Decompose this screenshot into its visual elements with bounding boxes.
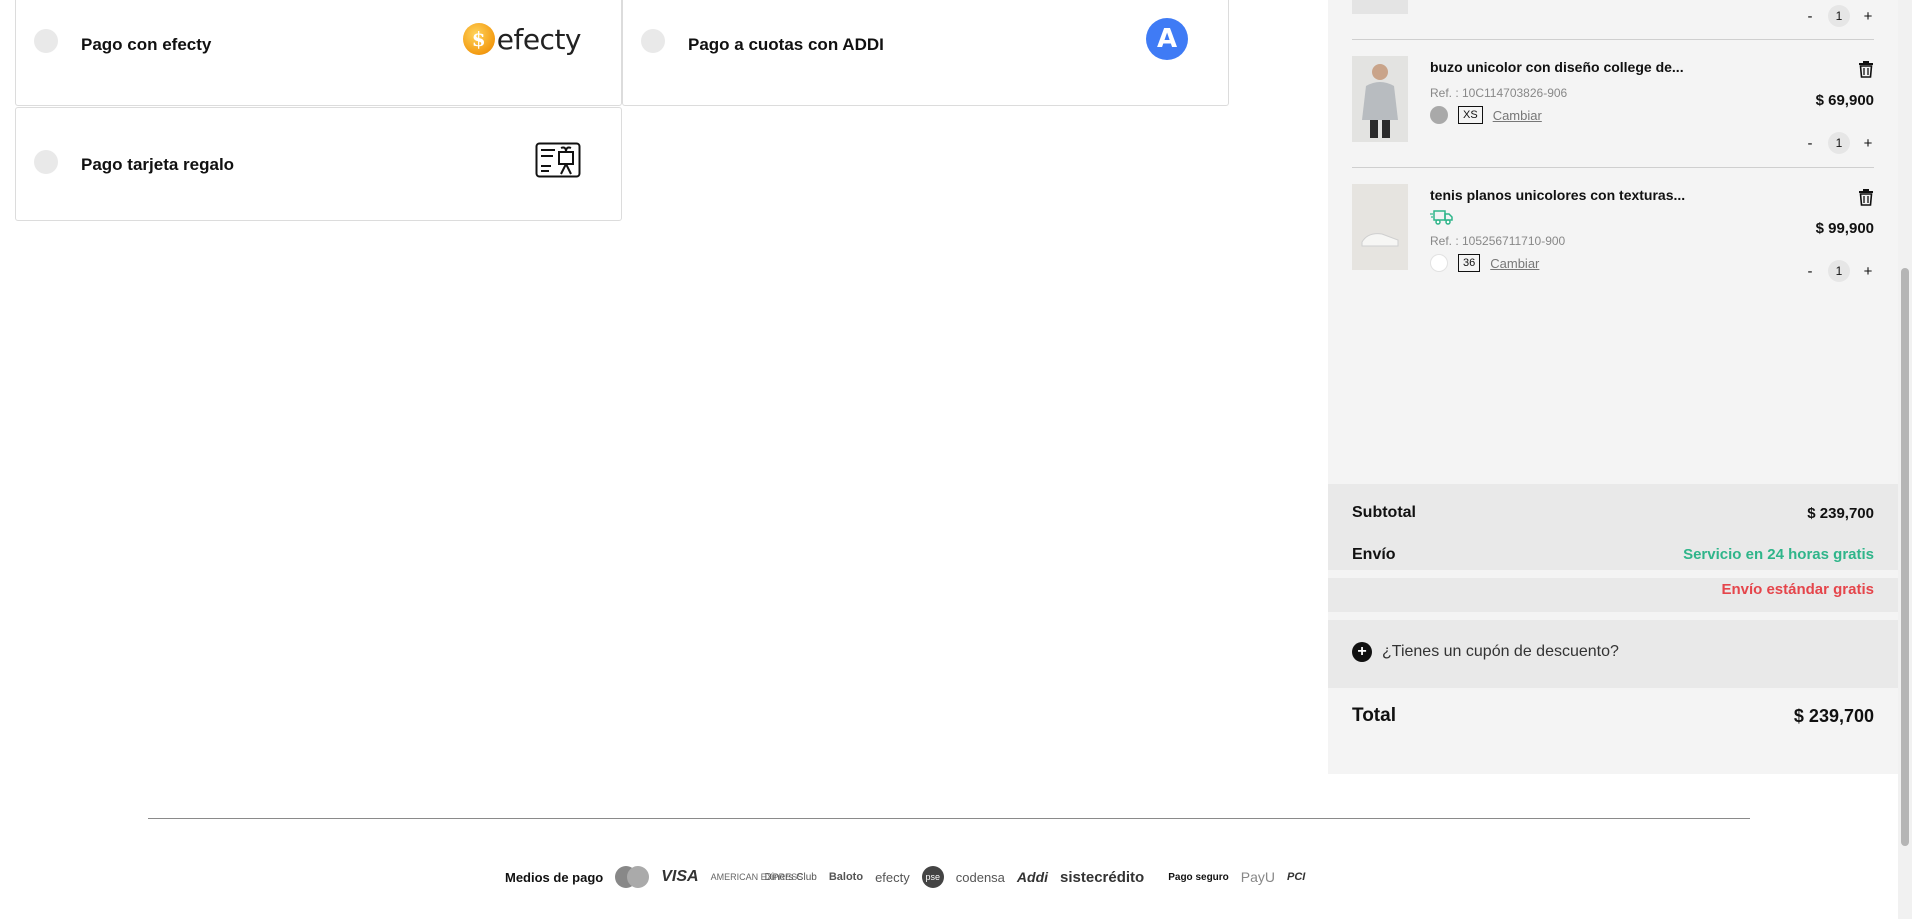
quantity-stepper: - 1 +: [1804, 132, 1874, 154]
addi-radio[interactable]: [641, 29, 665, 53]
change-variant-link[interactable]: Cambiar: [1493, 108, 1542, 123]
increase-quantity-button[interactable]: +: [1862, 263, 1874, 280]
product-variant: XS Cambiar: [1430, 106, 1542, 124]
scrollbar[interactable]: [1898, 0, 1912, 919]
efecty-radio[interactable]: [34, 29, 58, 53]
decrease-quantity-button[interactable]: -: [1804, 135, 1816, 152]
product-thumbnail[interactable]: [1352, 56, 1408, 142]
gift-card-label: Pago tarjeta regalo: [81, 155, 235, 174]
payment-option-addi[interactable]: Pago a cuotas con ADDI A: [622, 0, 1229, 106]
trash-icon[interactable]: [1858, 60, 1874, 78]
product-variant: 36 Cambiar: [1430, 254, 1539, 272]
sistecredito-logo: sistecrédito: [1060, 868, 1145, 886]
delivery-truck-icon: [1430, 210, 1453, 225]
efecty-label: Pago con efecty: [81, 35, 212, 54]
product-thumbnail: [1352, 0, 1408, 14]
gift-card-icon: [535, 140, 581, 180]
trash-icon[interactable]: [1858, 188, 1874, 206]
payu-logo: PayU: [1240, 869, 1276, 885]
product-name[interactable]: buzo unicolor con diseño college de...: [1430, 59, 1684, 75]
gift-card-radio[interactable]: [34, 150, 58, 174]
footer-payment-methods: Medios de pago VISA AMERICAN EXPRESS Din…: [505, 866, 1305, 888]
product-ref: Ref. : 10C114703826-906: [1430, 86, 1568, 100]
coupon-toggle[interactable]: ¿Tienes un cupón de descuento?: [1382, 643, 1619, 661]
pse-logo: pse: [921, 866, 944, 888]
change-variant-link[interactable]: Cambiar: [1490, 256, 1539, 271]
baloto-logo: Baloto: [828, 871, 864, 883]
product-price: $ 99,900: [1815, 220, 1874, 237]
secure-payment-label: Pago seguro: [1168, 871, 1229, 883]
size-box: 36: [1458, 254, 1481, 272]
pci-logo: PCI: [1287, 871, 1306, 883]
cart-panel: - 1 + buzo unicolor con diseño college d…: [1328, 0, 1898, 774]
addi-logo-icon: A: [1146, 18, 1188, 60]
increase-quantity-button[interactable]: +: [1862, 8, 1874, 25]
color-swatch: [1430, 254, 1448, 272]
cart-item-partial: - 1 +: [1352, 0, 1874, 40]
efecty-footer-logo: efecty: [875, 869, 910, 885]
footer-divider: [148, 818, 1750, 819]
plus-circle-icon[interactable]: +: [1352, 642, 1372, 662]
product-name[interactable]: tenis planos unicolores con texturas...: [1430, 187, 1685, 203]
product-price: $ 69,900: [1815, 92, 1874, 109]
payment-option-gift-card[interactable]: Pago tarjeta regalo: [15, 107, 622, 221]
shipping-standard-value: Envío estándar gratis: [1721, 581, 1874, 598]
addi-label: Pago a cuotas con ADDI: [688, 35, 884, 54]
subtotal-value: $ 239,700: [1807, 505, 1874, 522]
increase-quantity-button[interactable]: +: [1862, 135, 1874, 152]
color-swatch: [1430, 106, 1448, 124]
codensa-logo: codensa: [955, 869, 1005, 885]
shipping-standard-row: Envío estándar gratis: [1328, 578, 1898, 612]
quantity-stepper: - 1 +: [1804, 5, 1874, 27]
size-box: XS: [1458, 106, 1483, 124]
total-label: Total: [1352, 705, 1396, 726]
total-value: $ 239,700: [1793, 706, 1874, 726]
visa-logo: VISA: [661, 868, 699, 885]
scrollbar-thumb[interactable]: [1901, 268, 1909, 846]
payment-methods-label: Medios de pago: [505, 869, 604, 885]
addi-logo: A: [1146, 18, 1188, 60]
cart-item: tenis planos unicolores con texturas... …: [1352, 168, 1874, 294]
product-ref: Ref. : 105256711710-900: [1430, 234, 1566, 248]
quantity-stepper: - 1 +: [1804, 260, 1874, 282]
decrease-quantity-button[interactable]: -: [1804, 263, 1816, 280]
coupon-section[interactable]: + ¿Tienes un cupón de descuento?: [1328, 620, 1898, 688]
amex-logo: AMERICAN EXPRESS: [710, 871, 804, 882]
cart-item: buzo unicolor con diseño college de... R…: [1352, 42, 1874, 168]
payment-option-efecty[interactable]: Pago con efecty $ efecty: [15, 0, 622, 106]
coin-icon: $: [462, 23, 495, 55]
subtotal-label: Subtotal: [1352, 504, 1416, 521]
shipping-fast-value: Servicio en 24 horas gratis: [1683, 546, 1874, 563]
efecty-logo-text: efecty: [496, 22, 582, 56]
quantity-value: 1: [1828, 132, 1850, 154]
efecty-logo: $ efecty: [462, 19, 582, 59]
quantity-value: 1: [1828, 5, 1850, 27]
diners-logo: Diners Club: [764, 871, 817, 883]
quantity-value: 1: [1828, 260, 1850, 282]
order-summary: Subtotal $ 239,700 Envío Servicio en 24 …: [1328, 484, 1898, 570]
shipping-label: Envío: [1352, 546, 1396, 563]
mastercard-logo: [615, 866, 650, 888]
decrease-quantity-button[interactable]: -: [1804, 8, 1816, 25]
product-thumbnail[interactable]: [1352, 184, 1408, 270]
addi-footer-logo: Addi: [1016, 869, 1049, 885]
